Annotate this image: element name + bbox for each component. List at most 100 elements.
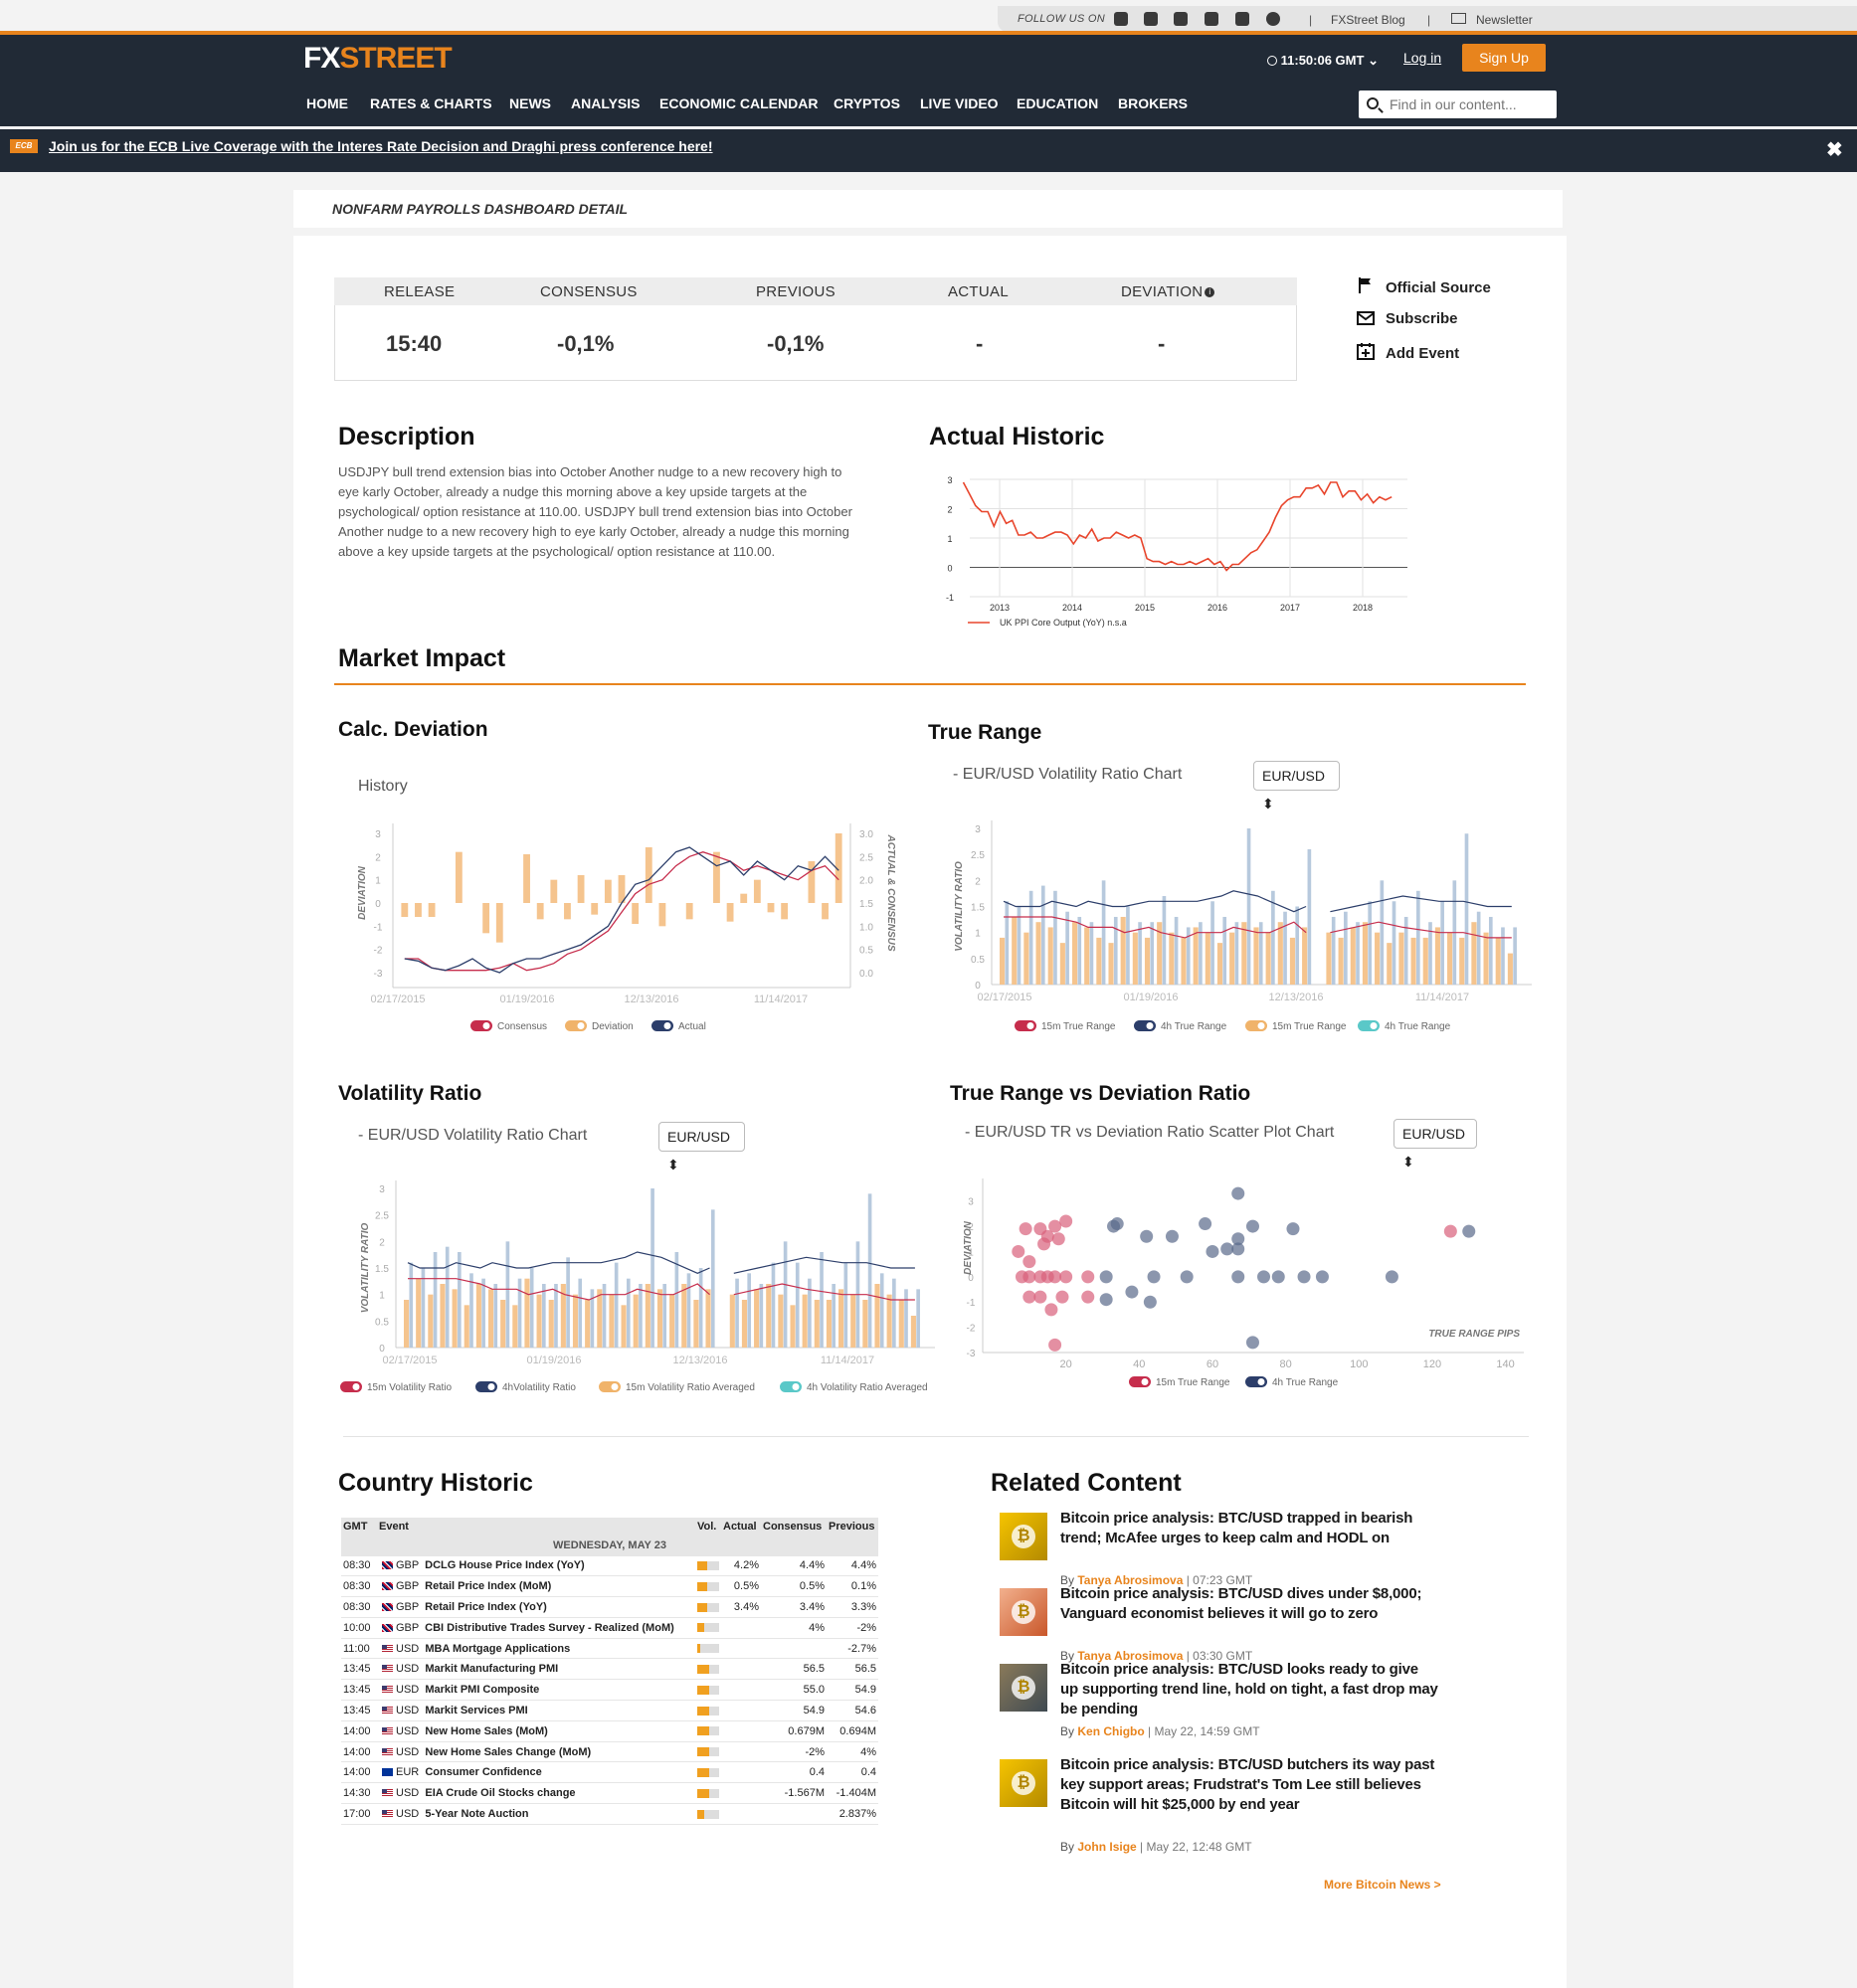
article-thumbnail[interactable]: ₿ [1000, 1759, 1047, 1807]
scatter-point [1110, 1217, 1124, 1231]
table-row[interactable]: 08:30 GBP DCLG House Price Index (YoY) 4.2… [341, 1555, 878, 1577]
bar-4h [892, 1278, 896, 1348]
value-previous: -0,1% [767, 331, 825, 356]
table-row[interactable]: 14:00 USD New Home Sales (MoM) 0.679M 0.694… [341, 1720, 878, 1742]
row-currency: USD [396, 1684, 420, 1697]
table-row[interactable]: 14:00 USD New Home Sales Change (MoM) -2% 4… [341, 1741, 878, 1763]
volatility-bar [697, 1767, 719, 1777]
close-icon[interactable]: ✖ [1826, 137, 1843, 162]
article-title[interactable]: Bitcoin price analysis: BTC/USD butchers… [1060, 1755, 1438, 1815]
article-thumbnail[interactable]: ₿ [1000, 1588, 1047, 1636]
scatter-point [1297, 1270, 1311, 1284]
linkedin-icon[interactable] [1205, 12, 1218, 26]
nav-cryptos[interactable]: CRYPTOS [834, 95, 900, 111]
search-box[interactable] [1359, 90, 1557, 118]
row-event[interactable]: Markit PMI Composite [425, 1684, 539, 1696]
clock[interactable]: 11:50:06 GMT ⌄ [1267, 53, 1379, 69]
more-bitcoin-news-link[interactable]: More Bitcoin News > [1324, 1878, 1441, 1892]
twitter-icon[interactable] [1114, 12, 1128, 26]
facebook-icon[interactable] [1144, 12, 1158, 26]
deviation-bar [564, 903, 571, 920]
bar-15m [1326, 932, 1332, 985]
subscribe-link[interactable]: Subscribe [1386, 310, 1458, 327]
nav-brokers[interactable]: BROKERS [1118, 95, 1188, 111]
legend-label: 4h True Range [1161, 1021, 1227, 1032]
table-row[interactable]: 08:30 GBP Retail Price Index (MoM) 0.5% 0.5… [341, 1575, 878, 1598]
nav-education[interactable]: EDUCATION [1017, 95, 1098, 111]
calendar-add-icon [1357, 343, 1375, 360]
table-row[interactable]: 13:45 USD Markit Manufacturing PMI 56.5 56.… [341, 1658, 878, 1681]
row-event[interactable]: Markit Manufacturing PMI [425, 1663, 558, 1675]
bar-15m [1108, 943, 1114, 985]
info-icon[interactable]: i [1205, 287, 1215, 298]
legend-knob [1370, 1022, 1378, 1029]
row-event[interactable]: Consumer Confidence [425, 1766, 541, 1778]
article-title[interactable]: Bitcoin price analysis: BTC/USD trapped … [1060, 1509, 1438, 1548]
table-row[interactable]: 13:45 USD Markit PMI Composite 55.0 54.9 [341, 1679, 878, 1702]
row-event[interactable]: DCLG House Price Index (YoY) [425, 1559, 585, 1571]
legend-actual: Actual [651, 1020, 706, 1032]
row-event-cell: USD Markit PMI Composite [377, 1679, 695, 1702]
article-author[interactable]: John Isige [1077, 1840, 1136, 1854]
legend-label: 15m True Range [1156, 1377, 1230, 1388]
table-row[interactable]: 08:30 GBP Retail Price Index (YoY) 3.4% 3.4… [341, 1596, 878, 1618]
nav-rates-charts[interactable]: RATES & CHARTS [370, 95, 492, 111]
row-event[interactable]: MBA Mortgage Applications [425, 1643, 570, 1655]
logo[interactable]: FXSTREET [303, 42, 453, 76]
deviation-bar [658, 903, 666, 927]
table-row[interactable]: 11:00 USD MBA Mortgage Applications -2.7% [341, 1638, 878, 1660]
nav-news[interactable]: NEWS [509, 95, 551, 111]
table-row[interactable]: 14:30 USD EIA Crude Oil Stocks change -1.5… [341, 1782, 878, 1805]
y-tick-label: 0 [947, 564, 952, 574]
scatter-point [1059, 1270, 1073, 1284]
row-event[interactable]: CBI Distributive Trades Survey - Realize… [425, 1622, 674, 1634]
pair-select[interactable]: EUR/USD ⬍ [1393, 1119, 1477, 1170]
bar-4h [771, 1262, 776, 1348]
bar-15m [729, 1294, 735, 1348]
row-currency: GBP [396, 1600, 420, 1613]
nav-live-video[interactable]: LIVE VIDEO [920, 95, 999, 111]
youtube-icon[interactable] [1235, 12, 1249, 26]
table-row[interactable]: 13:45 USD Markit Services PMI 54.9 54.6 [341, 1700, 878, 1721]
row-event[interactable]: EIA Crude Oil Stocks change [425, 1787, 575, 1799]
table-row[interactable]: 10:00 GBP CBI Distributive Trades Survey … [341, 1617, 878, 1639]
article-author[interactable]: Ken Chigbo [1077, 1724, 1144, 1738]
row-event[interactable]: Retail Price Index (MoM) [425, 1580, 551, 1592]
nav-home[interactable]: HOME [306, 95, 348, 111]
row-event[interactable]: Retail Price Index (YoY) [425, 1601, 547, 1613]
article-thumbnail[interactable]: ₿ [1000, 1513, 1047, 1560]
pair-select[interactable]: EUR/USD ⬍ [1253, 761, 1340, 812]
row-event[interactable]: New Home Sales Change (MoM) [425, 1746, 591, 1758]
blog-link[interactable]: FXStreet Blog [1331, 13, 1405, 27]
newsletter-link[interactable]: Newsletter [1476, 13, 1533, 27]
row-event[interactable]: Markit Services PMI [425, 1705, 527, 1717]
x-tick-label: 2016 [1207, 603, 1227, 613]
official-source-link[interactable]: Official Source [1386, 279, 1491, 296]
y-axis-label: DEVIATION [357, 865, 368, 919]
chrome-icon[interactable] [1266, 12, 1280, 26]
row-event[interactable]: 5-Year Note Auction [425, 1808, 528, 1820]
row-event[interactable]: New Home Sales (MoM) [425, 1725, 547, 1737]
article-thumbnail[interactable]: ₿ [1000, 1664, 1047, 1712]
banner-link[interactable]: Join us for the ECB Live Coverage with t… [49, 138, 713, 154]
nav-analysis[interactable]: ANALYSIS [571, 95, 641, 111]
article-title[interactable]: Bitcoin price analysis: BTC/USD looks re… [1060, 1660, 1438, 1719]
deviation-bar [822, 903, 829, 920]
row-volatility [695, 1658, 721, 1681]
pair-select[interactable]: EUR/USD ⬍ [658, 1122, 745, 1173]
search-input[interactable] [1390, 90, 1549, 118]
row-consensus: 0.5% [761, 1575, 827, 1598]
instagram-icon[interactable] [1174, 12, 1188, 26]
x-tick-label: 02/17/2015 [977, 992, 1031, 1003]
row-previous: 54.6 [827, 1700, 878, 1721]
nav-economic-calendar[interactable]: ECONOMIC CALENDAR [659, 95, 818, 111]
login-link[interactable]: Log in [1403, 50, 1441, 66]
ecb-badge: ECB [10, 139, 38, 153]
signup-button[interactable]: Sign Up [1462, 44, 1546, 72]
related-content-title: Related Content [991, 1469, 1182, 1497]
scatter-point [1286, 1222, 1300, 1236]
article-title[interactable]: Bitcoin price analysis: BTC/USD dives un… [1060, 1584, 1438, 1624]
table-row[interactable]: 17:00 USD 5-Year Note Auction 2.837% [341, 1803, 878, 1825]
add-event-link[interactable]: Add Event [1386, 345, 1459, 362]
table-row[interactable]: 14:00 EUR Consumer Confidence 0.4 0.4 [341, 1761, 878, 1784]
